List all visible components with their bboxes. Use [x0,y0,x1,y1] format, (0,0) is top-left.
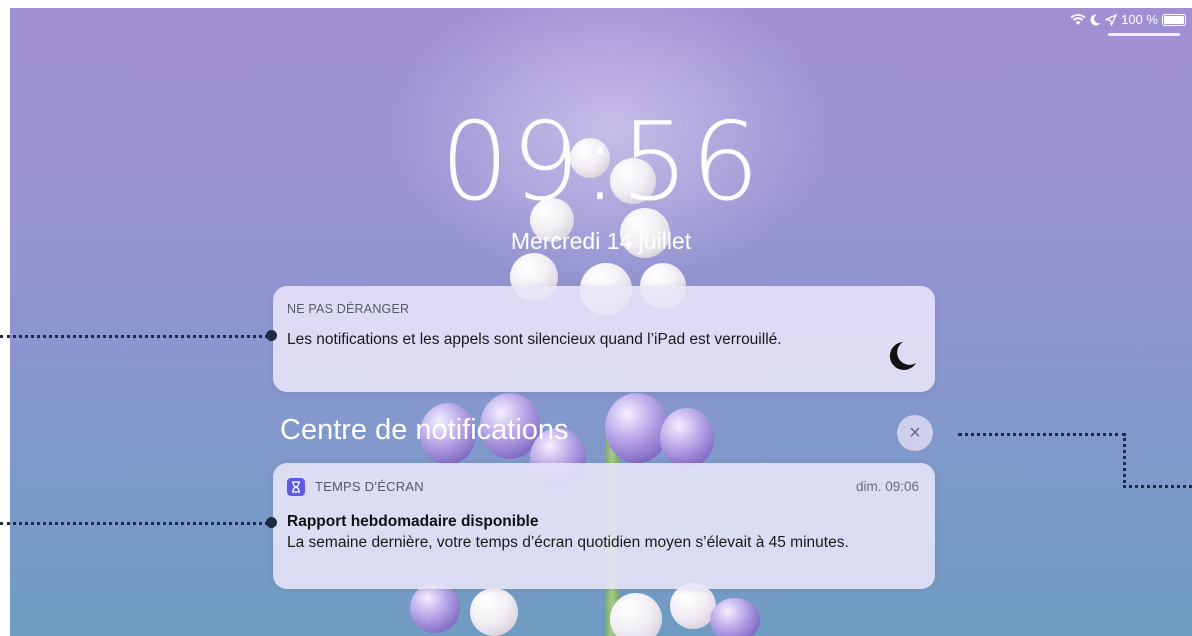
callout-line [0,335,268,338]
callout-dot [266,517,277,528]
flower-bud [470,588,518,636]
lock-time: 09:56 [440,100,762,225]
home-indicator [1108,33,1180,36]
flower-bud [605,393,669,463]
hourglass-icon [287,478,305,496]
flower-bud [710,598,760,636]
dnd-header: NE PAS DÉRANGER [287,302,410,316]
moon-icon [889,342,916,370]
callout-line [1123,433,1126,488]
battery-percent: 100 % [1121,12,1158,27]
flower-bud [610,593,662,636]
lock-screen: 100 % 09:56 Mercredi 14 juillet NE PAS D… [10,8,1192,636]
wifi-icon [1070,13,1086,25]
notification-time: dim. 09:06 [855,479,919,494]
moon-small-icon [1090,13,1101,25]
notification-center-title: Centre de notifications [280,414,569,446]
dnd-message: Les notifications et les appels sont sil… [287,331,782,348]
callout-line [0,522,268,525]
lock-date: Mercredi 14 juillet [510,228,692,254]
flower-bud [670,583,716,629]
dnd-notification[interactable]: NE PAS DÉRANGER Les notifications et les… [273,286,935,392]
battery-icon [1162,13,1186,26]
notification-body: La semaine dernière, votre temps d’écran… [287,534,849,551]
notification-app-name: TEMPS D’ÉCRAN [315,479,424,494]
callout-line [1123,485,1192,488]
clear-notifications-button[interactable]: × [897,415,933,451]
status-bar: 100 % [1070,12,1186,27]
screen-time-notification[interactable]: TEMPS D’ÉCRAN dim. 09:06 Rapport hebdoma… [273,463,935,589]
callout-line [958,433,1126,436]
flower-bud [660,408,714,468]
location-arrow-icon [1105,13,1118,26]
flower-bud [410,583,460,633]
notification-title: Rapport hebdomadaire disponible [287,513,539,530]
callout-dot [266,330,277,341]
